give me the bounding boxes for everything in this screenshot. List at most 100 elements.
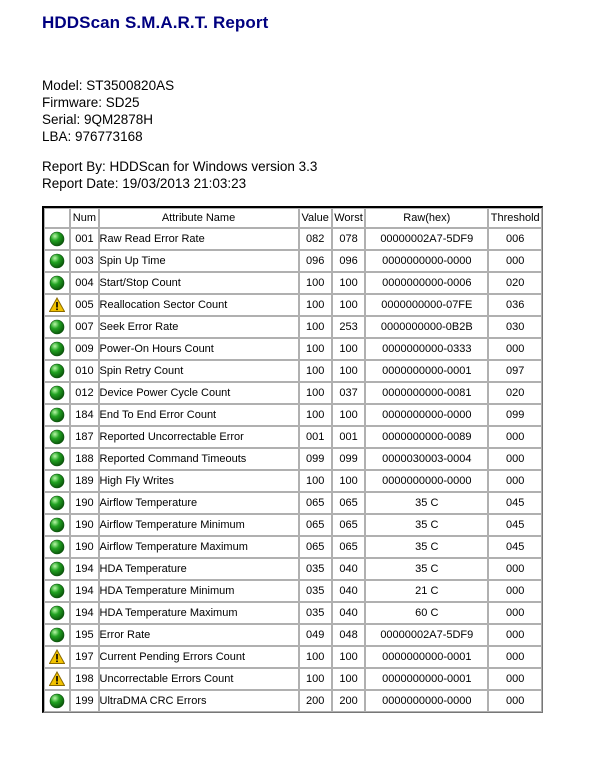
table-row: 194 HDA Temperature Maximum 035 040 60 C 000 bbox=[44, 602, 542, 624]
attribute-threshold: 000 bbox=[488, 338, 542, 360]
status-cell bbox=[44, 382, 71, 404]
attribute-worst: 100 bbox=[331, 272, 366, 294]
attribute-name: UltraDMA CRC Errors bbox=[98, 690, 299, 712]
attribute-name: Error Rate bbox=[98, 624, 299, 646]
status-cell bbox=[44, 580, 71, 602]
table-row: 184 End To End Error Count 100 100 000000000… bbox=[44, 404, 542, 426]
table-row: 199 UltraDMA CRC Errors 200 200 0000000000-0… bbox=[44, 690, 542, 712]
report-date-line: Report Date: 19/03/2013 21:03:23 bbox=[42, 176, 247, 191]
attribute-raw: 0000000000-0001 bbox=[365, 360, 489, 382]
attribute-threshold: 000 bbox=[488, 624, 542, 646]
status-cell bbox=[44, 272, 71, 294]
attribute-num: 190 bbox=[70, 514, 99, 536]
model-line: Model: ST3500820AS bbox=[42, 78, 175, 93]
attribute-num: 009 bbox=[70, 338, 99, 360]
attribute-value: 100 bbox=[298, 470, 332, 492]
attribute-worst: 065 bbox=[331, 536, 366, 558]
status-cell bbox=[44, 470, 71, 492]
attribute-raw: 0000000000-0089 bbox=[365, 426, 489, 448]
ok-status-icon bbox=[49, 583, 65, 599]
status-cell bbox=[44, 338, 71, 360]
ok-status-icon bbox=[49, 495, 65, 511]
attribute-num: 190 bbox=[70, 492, 99, 514]
table-row: 007 Seek Error Rate 100 253 0000000000-0B2B 0… bbox=[44, 316, 542, 338]
table-row: 195 Error Rate 049 048 00000002A7-5DF9 000 bbox=[44, 624, 542, 646]
smart-attributes-table: Num Attribute Name Value Worst Raw(hex) … bbox=[42, 206, 543, 713]
attribute-name: HDA Temperature Maximum bbox=[98, 602, 299, 624]
attribute-raw: 0000030003-0004 bbox=[365, 448, 489, 470]
attribute-num: 189 bbox=[70, 470, 99, 492]
attribute-value: 100 bbox=[298, 382, 332, 404]
attribute-threshold: 045 bbox=[488, 536, 542, 558]
attribute-value: 096 bbox=[298, 250, 332, 272]
attribute-name: Reallocation Sector Count bbox=[98, 294, 299, 316]
attribute-threshold: 000 bbox=[488, 668, 542, 690]
attribute-value: 200 bbox=[298, 690, 332, 712]
status-cell bbox=[44, 536, 71, 558]
attribute-num: 197 bbox=[70, 646, 99, 668]
serial-line: Serial: 9QM2878H bbox=[42, 112, 154, 127]
status-cell bbox=[44, 514, 71, 536]
attribute-worst: 100 bbox=[331, 338, 366, 360]
attribute-worst: 078 bbox=[331, 228, 366, 250]
attribute-raw: 0000000000-0000 bbox=[365, 470, 489, 492]
ok-status-icon bbox=[49, 231, 65, 247]
table-row: 188 Reported Command Timeouts 099 099 000003… bbox=[44, 448, 542, 470]
ok-status-icon bbox=[49, 253, 65, 269]
ok-status-icon bbox=[49, 341, 65, 357]
status-cell bbox=[44, 690, 71, 712]
attribute-num: 194 bbox=[70, 558, 99, 580]
attribute-threshold: 000 bbox=[488, 602, 542, 624]
attribute-raw: 0000000000-0000 bbox=[365, 690, 489, 712]
ok-status-icon bbox=[49, 605, 65, 621]
attribute-num: 012 bbox=[70, 382, 99, 404]
ok-status-icon bbox=[49, 275, 65, 291]
attribute-num: 187 bbox=[70, 426, 99, 448]
attribute-num: 188 bbox=[70, 448, 99, 470]
attribute-name: Start/Stop Count bbox=[98, 272, 299, 294]
table-row: 009 Power-On Hours Count 100 100 0000000000-… bbox=[44, 338, 542, 360]
attribute-value: 035 bbox=[298, 602, 332, 624]
attribute-worst: 048 bbox=[331, 624, 366, 646]
attribute-value: 035 bbox=[298, 580, 332, 602]
attribute-raw: 0000000000-0001 bbox=[365, 646, 489, 668]
ok-status-icon bbox=[49, 627, 65, 643]
ok-status-icon bbox=[49, 451, 65, 467]
attribute-num: 007 bbox=[70, 316, 99, 338]
attribute-value: 035 bbox=[298, 558, 332, 580]
ok-status-icon bbox=[49, 407, 65, 423]
attribute-name: Seek Error Rate bbox=[98, 316, 299, 338]
attribute-num: 001 bbox=[70, 228, 99, 250]
attribute-name: Reported Uncorrectable Error bbox=[98, 426, 299, 448]
attribute-raw: 0000000000-0B2B bbox=[365, 316, 489, 338]
status-cell bbox=[44, 646, 71, 668]
warning-icon bbox=[49, 649, 66, 665]
attribute-threshold: 000 bbox=[488, 470, 542, 492]
attribute-worst: 065 bbox=[331, 492, 366, 514]
attribute-threshold: 099 bbox=[488, 404, 542, 426]
attribute-name: Spin Retry Count bbox=[98, 360, 299, 382]
attribute-worst: 253 bbox=[331, 316, 366, 338]
attribute-name: End To End Error Count bbox=[98, 404, 299, 426]
attribute-num: 190 bbox=[70, 536, 99, 558]
attribute-raw: 35 C bbox=[365, 536, 489, 558]
attribute-num: 199 bbox=[70, 690, 99, 712]
attribute-name: Airflow Temperature Maximum bbox=[98, 536, 299, 558]
attribute-raw: 35 C bbox=[365, 492, 489, 514]
attribute-name: High Fly Writes bbox=[98, 470, 299, 492]
attribute-worst: 001 bbox=[331, 426, 366, 448]
header-raw-hex: Raw(hex) bbox=[365, 208, 489, 228]
ok-status-icon bbox=[49, 561, 65, 577]
attribute-threshold: 000 bbox=[488, 250, 542, 272]
ok-status-icon bbox=[49, 517, 65, 533]
attribute-raw: 21 C bbox=[365, 580, 489, 602]
attribute-name: Airflow Temperature bbox=[98, 492, 299, 514]
attribute-name: Spin Up Time bbox=[98, 250, 299, 272]
header-threshold: Threshold bbox=[488, 208, 542, 228]
attribute-threshold: 000 bbox=[488, 558, 542, 580]
status-cell bbox=[44, 360, 71, 382]
attribute-worst: 100 bbox=[331, 470, 366, 492]
attribute-worst: 100 bbox=[331, 294, 366, 316]
ok-status-icon bbox=[49, 539, 65, 555]
table-header-row: Num Attribute Name Value Worst Raw(hex) … bbox=[44, 208, 542, 228]
